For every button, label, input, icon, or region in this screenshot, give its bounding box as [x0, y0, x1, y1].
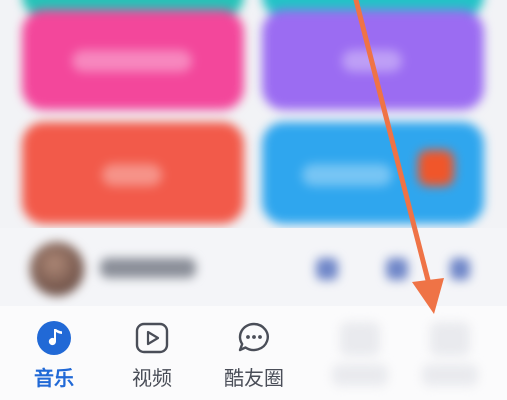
annotation-arrow — [353, 0, 444, 314]
